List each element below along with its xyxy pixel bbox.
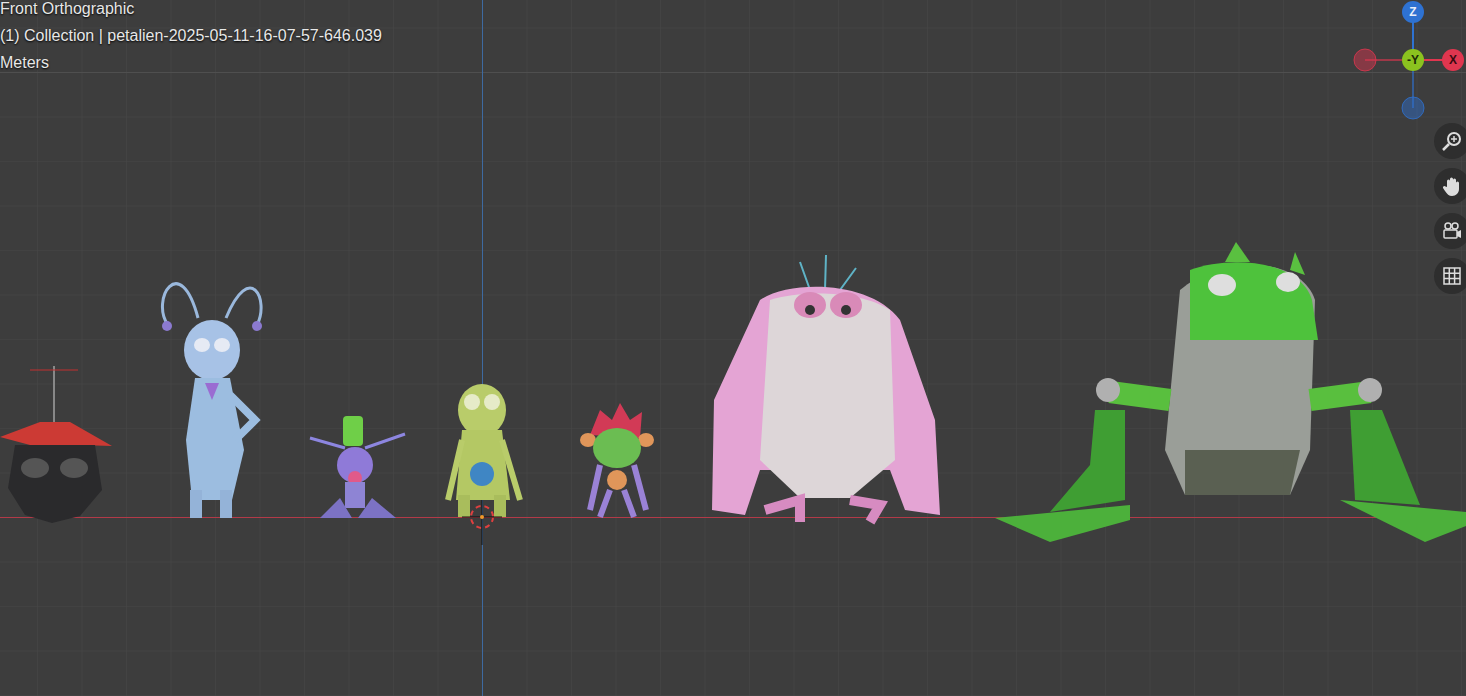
grid-icon xyxy=(1441,265,1463,287)
viewport-canvas[interactable] xyxy=(0,0,1466,696)
blue-alien-figure xyxy=(162,284,262,518)
viewport-info: Front Orthographic(1) Collection | petal… xyxy=(0,0,382,76)
camera-button[interactable] xyxy=(1434,213,1466,249)
axis-label: -Y xyxy=(1407,54,1419,66)
axis-label: Z xyxy=(1409,6,1416,18)
navigation-buttons xyxy=(1434,123,1466,294)
axis-label: X xyxy=(1449,54,1457,66)
pan-button[interactable] xyxy=(1434,168,1466,204)
purple-bug-figure xyxy=(310,416,405,518)
camera-icon xyxy=(1441,220,1463,242)
axis-button[interactable]: Z xyxy=(1402,1,1424,23)
drone-figure xyxy=(0,366,112,523)
green-frog-figure xyxy=(995,242,1466,542)
yellow-frog-figure xyxy=(448,384,520,517)
ortho-toggle-button[interactable] xyxy=(1434,258,1466,294)
collection-label: (1) Collection | petalien-2025-05-11-16-… xyxy=(0,22,382,49)
units-label: Meters xyxy=(0,49,382,76)
zoom-button[interactable] xyxy=(1434,123,1466,159)
axis-button[interactable]: X xyxy=(1442,49,1464,71)
view-name: Front Orthographic xyxy=(0,0,382,22)
hand-icon xyxy=(1441,175,1463,197)
viewport[interactable]: Front Orthographic(1) Collection | petal… xyxy=(0,0,1466,696)
gizmo-lines xyxy=(0,0,1466,130)
zoom-icon xyxy=(1441,130,1463,152)
pink-monster-figure xyxy=(712,255,940,522)
3d-cursor xyxy=(462,500,502,545)
monkey-figure xyxy=(580,403,654,517)
navigation-gizmo[interactable]: Z -Y X xyxy=(0,0,1466,130)
axis-button[interactable]: -Y xyxy=(1402,49,1424,71)
